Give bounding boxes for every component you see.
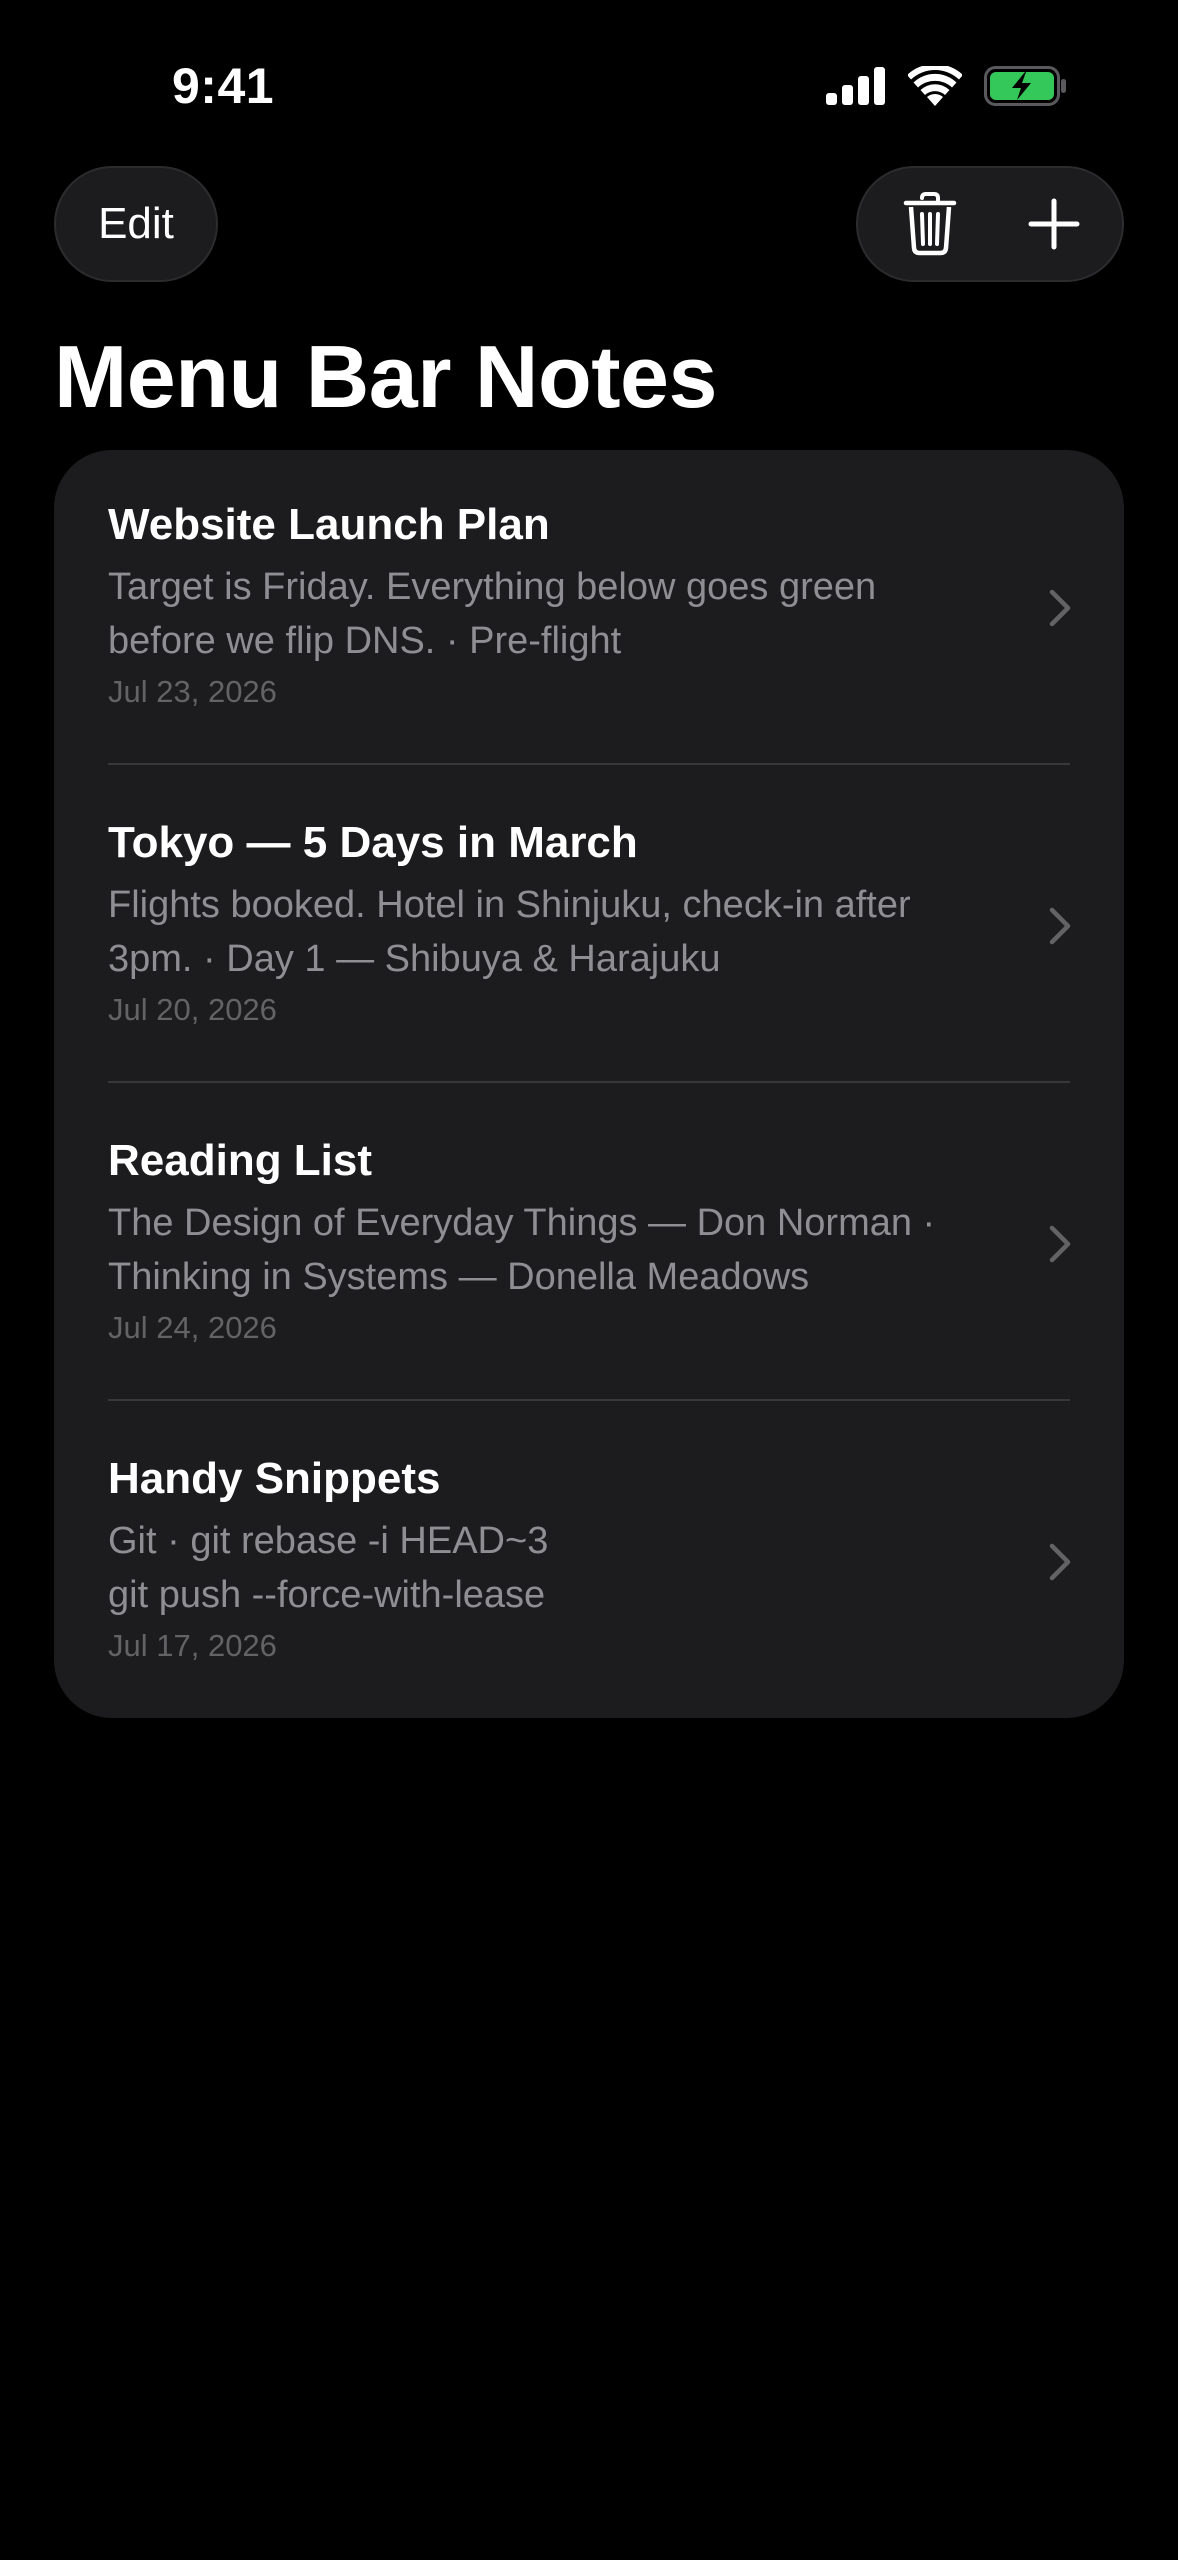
chevron-right-icon xyxy=(1049,907,1071,945)
divider xyxy=(108,1399,1070,1401)
status-bar: 9:41 xyxy=(0,0,1178,170)
divider xyxy=(108,1081,1070,1083)
battery-charging-icon xyxy=(984,66,1066,106)
cellular-signal-icon xyxy=(826,67,885,105)
chevron-right-icon xyxy=(1049,589,1071,627)
trash-icon xyxy=(903,192,957,256)
divider xyxy=(108,763,1070,765)
note-title: Website Launch Plan xyxy=(108,500,550,549)
note-date: Jul 20, 2026 xyxy=(108,992,277,1027)
note-preview-line: 3pm. · Day 1 — Shibuya & Harajuku xyxy=(108,938,721,980)
note-date: Jul 24, 2026 xyxy=(108,1310,277,1345)
note-list-item[interactable]: Handy Snippets Git · git rebase -i HEAD~… xyxy=(54,1404,1124,1718)
note-title: Handy Snippets xyxy=(108,1454,441,1503)
note-preview-line: Git · git rebase -i HEAD~3 xyxy=(108,1520,549,1562)
note-preview: Git · git rebase -i HEAD~3 git push --fo… xyxy=(108,1514,1038,1622)
page-title: Menu Bar Notes xyxy=(54,327,717,426)
chevron-right-icon xyxy=(1049,1225,1071,1263)
note-title: Reading List xyxy=(108,1136,373,1185)
note-list-item[interactable]: Website Launch Plan Target is Friday. Ev… xyxy=(54,450,1124,768)
toolbar-actions-group xyxy=(856,166,1124,282)
note-list-item[interactable]: Reading List The Design of Everyday Thin… xyxy=(54,1086,1124,1404)
note-preview: Flights booked. Hotel in Shinjuku, check… xyxy=(108,878,1038,986)
note-list-item[interactable]: Tokyo — 5 Days in March Flights booked. … xyxy=(54,768,1124,1086)
plus-icon xyxy=(1028,198,1080,250)
note-preview-line: The Design of Everyday Things — Don Norm… xyxy=(108,1202,936,1244)
note-preview-line: before we flip DNS. · Pre-flight xyxy=(108,620,622,662)
note-date: Jul 17, 2026 xyxy=(108,1628,277,1663)
edit-button[interactable]: Edit xyxy=(54,166,218,282)
add-note-button[interactable] xyxy=(994,168,1114,280)
chevron-right-icon xyxy=(1049,1543,1071,1581)
note-preview: Target is Friday. Everything below goes … xyxy=(108,560,1038,668)
note-preview-line: Target is Friday. Everything below goes … xyxy=(108,566,877,608)
note-preview-line: Flights booked. Hotel in Shinjuku, check… xyxy=(108,884,911,926)
note-title: Tokyo — 5 Days in March xyxy=(108,818,638,867)
note-preview-line: Thinking in Systems — Donella Meadows xyxy=(108,1256,810,1298)
delete-button[interactable] xyxy=(870,168,990,280)
wifi-icon xyxy=(908,66,962,106)
note-date: Jul 23, 2026 xyxy=(108,674,277,709)
status-time: 9:41 xyxy=(172,58,275,114)
notes-list: Website Launch Plan Target is Friday. Ev… xyxy=(54,450,1124,1718)
note-preview-line: git push --force-with-lease xyxy=(108,1574,546,1616)
note-preview: The Design of Everyday Things — Don Norm… xyxy=(108,1196,1038,1304)
status-icons xyxy=(826,64,1068,108)
